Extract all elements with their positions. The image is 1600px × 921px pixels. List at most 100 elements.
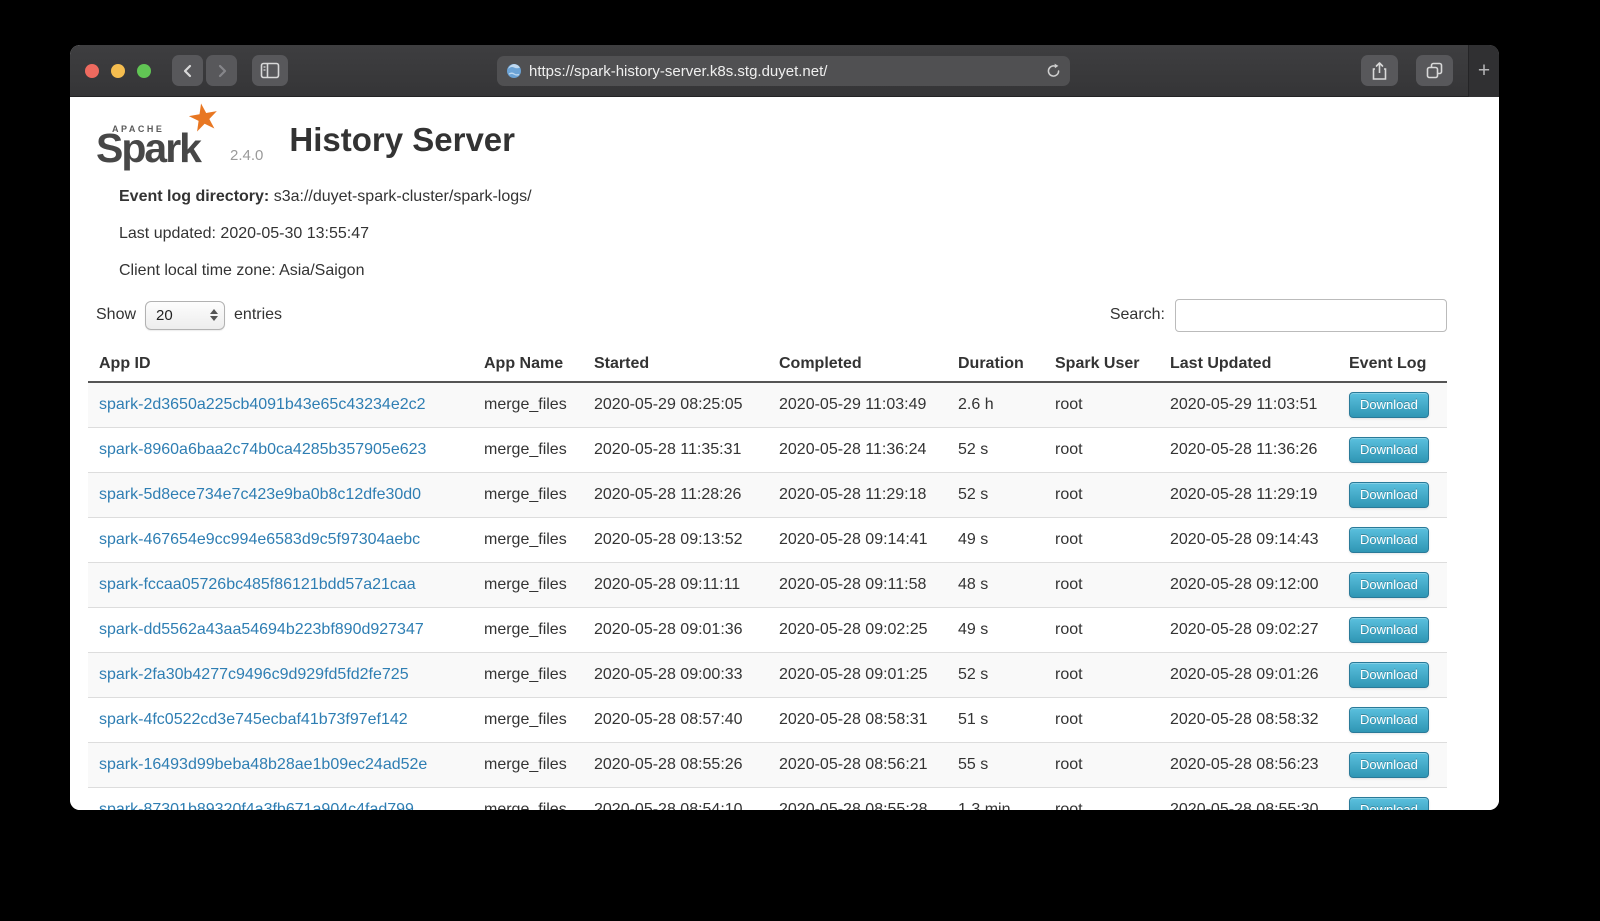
cell-last-updated: 2020-05-28 08:56:23	[1159, 743, 1338, 788]
cell-completed: 2020-05-28 09:02:25	[768, 608, 947, 653]
table-controls: Show 20 entries Search:	[88, 298, 1447, 332]
cell-completed: 2020-05-28 08:58:31	[768, 698, 947, 743]
cell-app-id: spark-2d3650a225cb4091b43e65c43234e2c2	[88, 382, 473, 428]
col-header-app-name[interactable]: App Name	[473, 349, 583, 382]
download-button[interactable]: Download	[1349, 617, 1429, 643]
cell-completed: 2020-05-28 09:14:41	[768, 518, 947, 563]
download-button[interactable]: Download	[1349, 527, 1429, 553]
cell-app-id: spark-16493d99beba48b28ae1b09ec24ad52e	[88, 743, 473, 788]
cell-started: 2020-05-28 08:54:10	[583, 788, 768, 811]
cell-app-name: merge_files	[473, 608, 583, 653]
cell-started: 2020-05-28 08:57:40	[583, 698, 768, 743]
cell-duration: 52 s	[947, 653, 1044, 698]
search-input[interactable]	[1175, 299, 1447, 332]
back-button[interactable]	[172, 55, 203, 86]
app-id-link[interactable]: spark-467654e9cc994e6583d9c5f97304aebc	[99, 531, 420, 548]
cell-last-updated: 2020-05-28 09:14:43	[1159, 518, 1338, 563]
app-id-link[interactable]: spark-5d8ece734e7c423e9ba0b8c12dfe30d0	[99, 486, 421, 503]
globe-favicon-icon	[506, 63, 522, 79]
cell-completed: 2020-05-28 11:36:24	[768, 428, 947, 473]
cell-spark-user: root	[1044, 698, 1159, 743]
col-header-event-log[interactable]: Event Log	[1338, 349, 1447, 382]
cell-duration: 55 s	[947, 743, 1044, 788]
cell-duration: 49 s	[947, 608, 1044, 653]
download-button[interactable]: Download	[1349, 662, 1429, 688]
cell-spark-user: root	[1044, 743, 1159, 788]
app-id-link[interactable]: spark-4fc0522cd3e745ecbaf41b73f97ef142	[99, 711, 408, 728]
info-block: Event log directory: s3a://duyet-spark-c…	[119, 187, 1447, 281]
download-button[interactable]: Download	[1349, 572, 1429, 598]
download-button[interactable]: Download	[1349, 392, 1429, 418]
zoom-button[interactable]	[137, 64, 151, 78]
sidebar-toggle-button[interactable]	[252, 55, 288, 86]
spark-logo-word: Spark	[96, 128, 200, 169]
cell-last-updated: 2020-05-28 11:29:19	[1159, 473, 1338, 518]
app-id-link[interactable]: spark-fccaa05726bc485f86121bdd57a21caa	[99, 576, 416, 593]
cell-completed: 2020-05-28 08:55:28	[768, 788, 947, 811]
close-button[interactable]	[85, 64, 99, 78]
app-id-link[interactable]: spark-2fa30b4277c9496c9d929fd5fd2fe725	[99, 666, 409, 683]
header-row: APACHE Spark ★ 2.4.0 History Server	[96, 105, 1447, 169]
tab-overview-icon	[1425, 61, 1444, 80]
cell-app-name: merge_files	[473, 743, 583, 788]
cell-spark-user: root	[1044, 788, 1159, 811]
cell-started: 2020-05-28 09:00:33	[583, 653, 768, 698]
app-id-link[interactable]: spark-87301b89320f4a3fb671a904c4fad799	[99, 801, 414, 810]
col-header-duration[interactable]: Duration	[947, 349, 1044, 382]
cell-app-id: spark-5d8ece734e7c423e9ba0b8c12dfe30d0	[88, 473, 473, 518]
forward-button[interactable]	[206, 55, 237, 86]
table-row: spark-467654e9cc994e6583d9c5f97304aebc m…	[88, 518, 1447, 563]
table-row: spark-87301b89320f4a3fb671a904c4fad799 m…	[88, 788, 1447, 811]
cell-event-log: Download	[1338, 653, 1447, 698]
cell-app-name: merge_files	[473, 428, 583, 473]
cell-duration: 1.3 min	[947, 788, 1044, 811]
cell-duration: 48 s	[947, 563, 1044, 608]
new-tab-button[interactable]: +	[1468, 45, 1499, 97]
share-button[interactable]	[1361, 55, 1398, 86]
download-button[interactable]: Download	[1349, 707, 1429, 733]
cell-app-name: merge_files	[473, 653, 583, 698]
search-group: Search:	[1110, 299, 1447, 332]
download-button[interactable]: Download	[1349, 482, 1429, 508]
col-header-last-updated[interactable]: Last Updated	[1159, 349, 1338, 382]
col-header-started[interactable]: Started	[583, 349, 768, 382]
col-header-spark-user[interactable]: Spark User	[1044, 349, 1159, 382]
col-header-completed[interactable]: Completed	[768, 349, 947, 382]
cell-started: 2020-05-28 11:28:26	[583, 473, 768, 518]
table-row: spark-2d3650a225cb4091b43e65c43234e2c2 m…	[88, 382, 1447, 428]
app-id-link[interactable]: spark-8960a6baa2c74b0ca4285b357905e623	[99, 441, 426, 458]
search-label: Search:	[1110, 306, 1165, 324]
cell-app-name: merge_files	[473, 698, 583, 743]
col-header-app-id[interactable]: App ID	[88, 349, 473, 382]
spark-star-icon: ★	[184, 96, 223, 138]
chevron-left-icon	[180, 63, 196, 79]
cell-duration: 51 s	[947, 698, 1044, 743]
app-id-link[interactable]: spark-16493d99beba48b28ae1b09ec24ad52e	[99, 756, 427, 773]
cell-app-name: merge_files	[473, 382, 583, 428]
table-row: spark-2fa30b4277c9496c9d929fd5fd2fe725 m…	[88, 653, 1447, 698]
download-button[interactable]: Download	[1349, 437, 1429, 463]
spark-logo[interactable]: APACHE Spark ★	[96, 107, 198, 169]
cell-app-id: spark-87301b89320f4a3fb671a904c4fad799	[88, 788, 473, 811]
tab-overview-button[interactable]	[1416, 55, 1453, 86]
url-text[interactable]: https://spark-history-server.k8s.stg.duy…	[529, 63, 1046, 80]
app-table-body: spark-2d3650a225cb4091b43e65c43234e2c2 m…	[88, 382, 1447, 810]
download-button[interactable]: Download	[1349, 752, 1429, 778]
cell-started: 2020-05-28 11:35:31	[583, 428, 768, 473]
minimize-button[interactable]	[111, 64, 125, 78]
address-bar[interactable]: https://spark-history-server.k8s.stg.duy…	[497, 56, 1070, 86]
cell-started: 2020-05-28 08:55:26	[583, 743, 768, 788]
app-id-link[interactable]: spark-2d3650a225cb4091b43e65c43234e2c2	[99, 396, 426, 413]
reload-icon[interactable]	[1046, 63, 1061, 79]
cell-app-id: spark-2fa30b4277c9496c9d929fd5fd2fe725	[88, 653, 473, 698]
applications-table: App ID App Name Started Completed Durati…	[88, 349, 1447, 810]
event-log-directory-line: Event log directory: s3a://duyet-spark-c…	[119, 187, 1447, 207]
cell-last-updated: 2020-05-29 11:03:51	[1159, 382, 1338, 428]
cell-last-updated: 2020-05-28 08:55:30	[1159, 788, 1338, 811]
cell-app-id: spark-fccaa05726bc485f86121bdd57a21caa	[88, 563, 473, 608]
cell-completed: 2020-05-28 11:29:18	[768, 473, 947, 518]
app-id-link[interactable]: spark-dd5562a43aa54694b223bf890d927347	[99, 621, 424, 638]
entries-select[interactable]: 20	[145, 301, 225, 330]
download-button[interactable]: Download	[1349, 797, 1429, 810]
cell-event-log: Download	[1338, 698, 1447, 743]
